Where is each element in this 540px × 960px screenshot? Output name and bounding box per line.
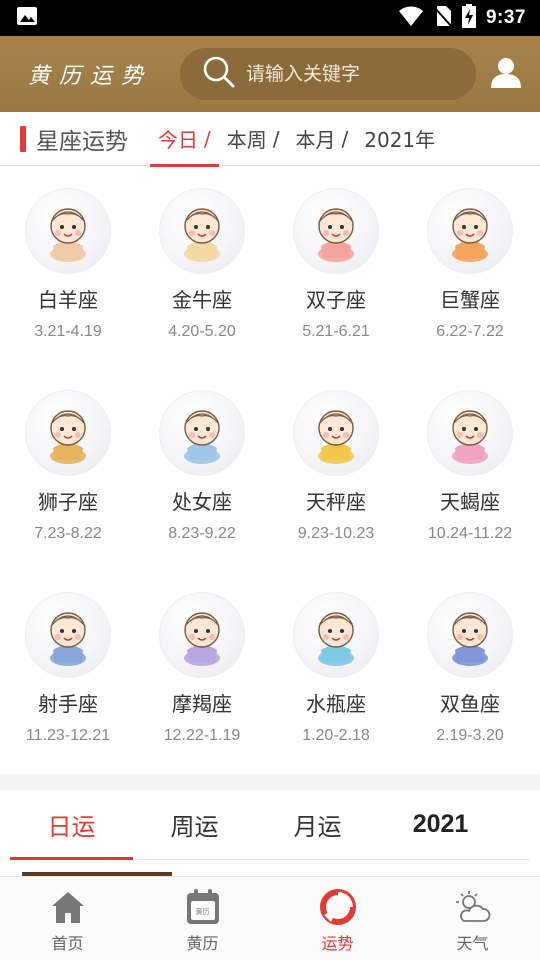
zodiac-date-range: 10.24-11.22 <box>427 525 513 542</box>
zodiac-name: 天蝎座 <box>440 490 500 514</box>
zodiac-date-range: 8.23-9.22 <box>168 525 236 542</box>
zodiac-card[interactable]: 摩羯座 12.22-1.19 <box>135 570 269 774</box>
search-icon <box>202 55 236 93</box>
search-box[interactable] <box>180 48 476 100</box>
zodiac-card[interactable]: 双鱼座 2.19-3.20 <box>403 570 537 774</box>
gemini-icon <box>293 188 379 274</box>
zodiac-section-header: 星座运势 今日 / 本周 / 本月/2021年 <box>0 112 540 167</box>
zodiac-name: 摩羯座 <box>172 692 232 716</box>
zodiac-card[interactable]: 天秤座 9.23-10.23 <box>269 368 403 570</box>
weather-icon <box>453 887 493 927</box>
aquarius-icon <box>293 592 379 678</box>
no-sim-icon <box>434 5 452 31</box>
zodiac-card[interactable]: 处女座 8.23-9.22 <box>135 368 269 570</box>
zodiac-date-range: 4.20-5.20 <box>168 323 236 340</box>
calendar-icon-text: 黄历 <box>195 908 210 916</box>
user-icon <box>489 55 523 93</box>
period-tab-label: 本周 <box>226 128 267 152</box>
sagittarius-icon <box>25 592 111 678</box>
period-tabs: 今日 / 本周 / 本月/2021年 <box>150 112 443 167</box>
nav-label: 天气 <box>456 934 489 953</box>
period-tab-label: 2021年 <box>364 128 436 152</box>
zodiac-date-range: 11.23-12.21 <box>25 727 111 744</box>
section-marker <box>20 125 26 152</box>
fortune-tabs: 日运 周运 月运 2021 <box>10 790 530 860</box>
zodiac-name: 双鱼座 <box>440 692 500 716</box>
zodiac-date-range: 7.23-8.22 <box>34 525 102 542</box>
zodiac-card[interactable]: 水瓶座 1.20-2.18 <box>269 570 403 774</box>
virgo-icon <box>159 390 245 476</box>
status-time: 9:37 <box>485 7 526 28</box>
calendar-icon: 黄历 <box>183 887 223 927</box>
period-tab-label: 今日 <box>158 128 198 152</box>
fortune-tab[interactable]: 周运 <box>133 790 256 859</box>
section-title: 星座运势 <box>36 128 128 155</box>
period-tab-separator: / <box>204 126 211 151</box>
zodiac-date-range: 3.21-4.19 <box>34 323 102 340</box>
nav-item-3[interactable]: 运势 <box>270 877 405 960</box>
home-icon <box>48 887 88 927</box>
nav-label: 运势 <box>321 934 354 953</box>
bottom-navigation: 首页 黄历 黄历 运势 天气 <box>0 876 540 960</box>
section-divider <box>0 774 540 790</box>
zodiac-card[interactable]: 狮子座 7.23-8.22 <box>1 368 135 570</box>
zodiac-date-range: 1.20-2.18 <box>302 727 370 744</box>
zodiac-name: 处女座 <box>172 490 232 514</box>
zodiac-date-range: 5.21-6.21 <box>302 323 370 340</box>
zodiac-name: 水瓶座 <box>306 692 366 716</box>
period-tab-separator: / <box>272 126 280 151</box>
period-tab[interactable]: 2021年 <box>356 112 443 166</box>
zodiac-date-range: 2.19-3.20 <box>436 727 504 744</box>
gallery-notification-icon <box>16 6 38 30</box>
app-title: 黄历运势 <box>28 64 153 89</box>
nav-item-2[interactable]: 黄历 黄历 <box>135 877 270 960</box>
zodiac-card[interactable]: 双子座 5.21-6.21 <box>269 166 403 368</box>
zodiac-name: 天秤座 <box>306 490 366 514</box>
leo-icon <box>25 390 111 476</box>
period-tab[interactable]: 本月 / <box>288 112 357 166</box>
user-profile-button[interactable] <box>486 54 526 94</box>
zodiac-card[interactable]: 巨蟹座 6.22-7.22 <box>403 166 537 368</box>
cancer-icon <box>427 188 513 274</box>
zodiac-grid: 白羊座 3.21-4.19 金牛座 4.20-5.20 双子座 5.21-6.21 巨蟹座 6… <box>0 166 540 774</box>
scorpio-icon <box>427 390 513 476</box>
period-tab[interactable]: 本周 / <box>219 112 288 166</box>
zodiac-name: 双子座 <box>306 288 366 312</box>
nav-item-4[interactable]: 天气 <box>405 877 540 960</box>
aries-icon <box>25 188 111 274</box>
zodiac-card[interactable]: 射手座 11.23-12.21 <box>1 570 135 774</box>
zodiac-date-range: 9.23-10.23 <box>297 525 375 542</box>
pisces-icon <box>427 592 513 678</box>
zodiac-date-range: 12.22-1.19 <box>163 727 241 744</box>
fortune-tab[interactable]: 月运 <box>256 790 379 859</box>
zodiac-name: 射手座 <box>38 692 98 716</box>
taurus-icon <box>159 188 245 274</box>
zodiac-card[interactable]: 白羊座 3.21-4.19 <box>1 166 135 368</box>
zodiac-name: 金牛座 <box>172 288 232 312</box>
zodiac-card[interactable]: 天蝎座 10.24-11.22 <box>403 368 537 570</box>
capricorn-icon <box>159 592 245 678</box>
nav-label: 首页 <box>51 934 84 953</box>
nav-label: 黄历 <box>186 934 219 953</box>
nav-item-1[interactable]: 首页 <box>0 877 135 960</box>
wifi-icon <box>398 5 424 31</box>
fortune-tab[interactable]: 日运 <box>10 790 133 860</box>
app-header: 黄历运势 <box>0 36 540 112</box>
libra-icon <box>293 390 379 476</box>
battery-charging-icon <box>461 4 476 32</box>
period-tab-label: 本月 <box>295 128 336 152</box>
status-bar: 9:37 <box>0 0 540 36</box>
zodiac-date-range: 6.22-7.22 <box>436 323 504 340</box>
period-tab[interactable]: 今日 / <box>150 112 219 167</box>
zodiac-name: 狮子座 <box>38 490 98 514</box>
fortune-tab[interactable]: 2021 <box>379 790 502 859</box>
period-tab-separator: / <box>341 126 349 151</box>
search-input[interactable] <box>246 63 446 85</box>
zodiac-name: 白羊座 <box>38 288 98 312</box>
zodiac-card[interactable]: 金牛座 4.20-5.20 <box>135 166 269 368</box>
zodiac-name: 巨蟹座 <box>440 288 500 312</box>
fortune-icon <box>318 887 358 927</box>
